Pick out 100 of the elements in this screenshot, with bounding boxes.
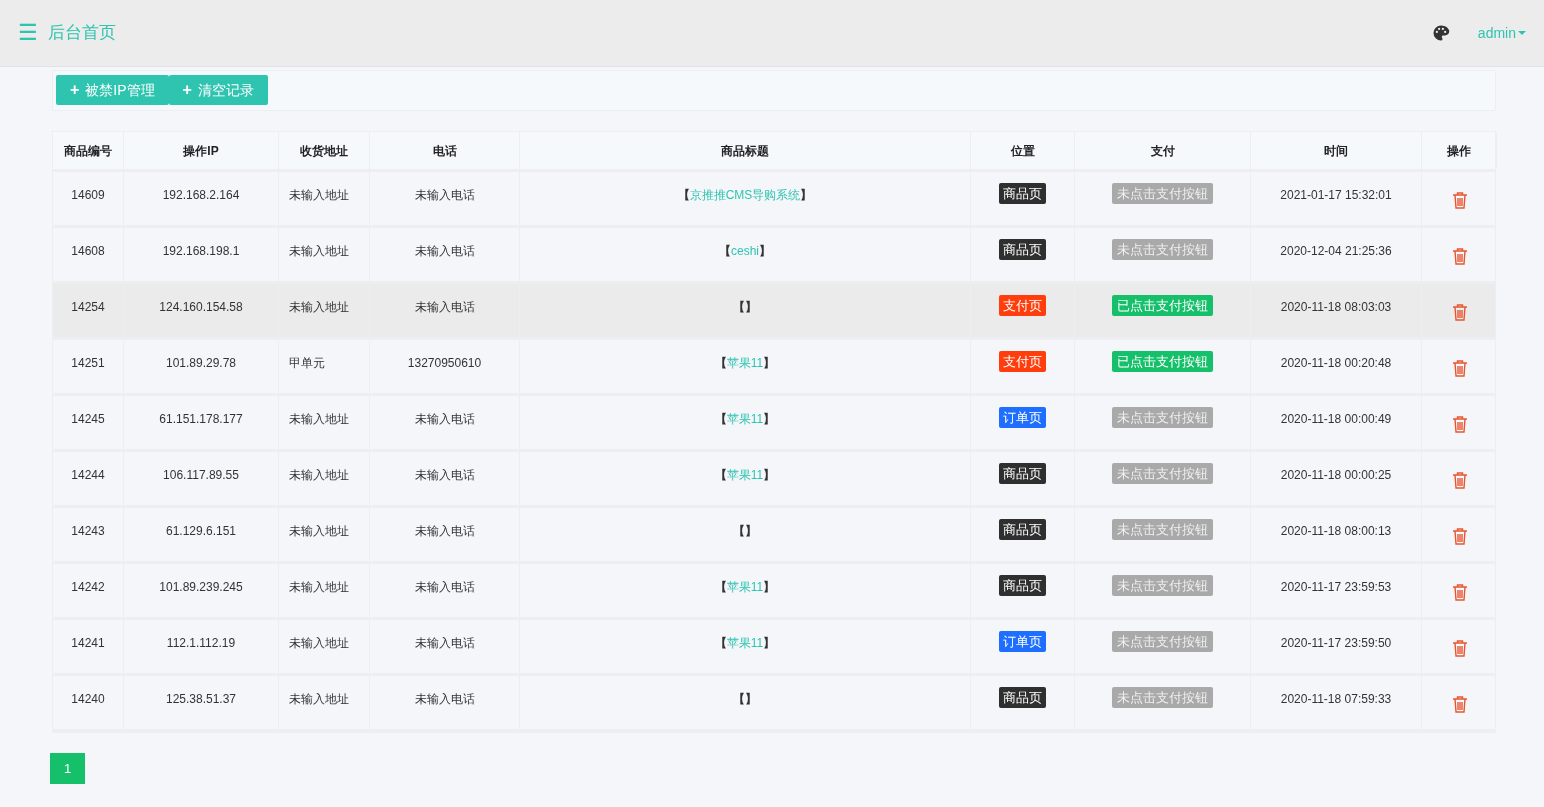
toolbar-button[interactable]: + 被禁IP管理 xyxy=(56,75,169,105)
table-cell-text: 未输入地址 xyxy=(289,691,349,708)
table-cell-text: 14609 xyxy=(71,187,105,204)
table-cell-text: 【苹果11】 xyxy=(714,411,776,428)
trash-icon[interactable] xyxy=(1451,527,1468,545)
user-menu[interactable]: admin xyxy=(1477,22,1526,44)
payment-tag: 未点击支付按钮 xyxy=(1112,687,1213,708)
page-button[interactable]: 1 xyxy=(50,753,85,784)
table-cell-text: 未输入地址 xyxy=(289,187,349,204)
table-cell-text: 未输入电话 xyxy=(414,579,475,596)
table-cell-text: 13270950610 xyxy=(407,355,482,372)
table-cell-text: 192.168.2.164 xyxy=(162,187,240,204)
palette-icon[interactable] xyxy=(1431,24,1450,42)
trash-icon[interactable] xyxy=(1451,471,1468,489)
plus-icon: + xyxy=(70,82,80,98)
table-cell-text: 101.89.29.78 xyxy=(165,355,237,372)
column-header: 商品标题 xyxy=(520,132,971,169)
table-cell-text: 未输入电话 xyxy=(414,411,475,428)
position-tag: 订单页 xyxy=(999,407,1046,428)
table-cell-text: 14243 xyxy=(71,523,105,540)
table-cell-text: 14244 xyxy=(71,467,105,484)
table-cell-text: 【苹果11】 xyxy=(714,635,776,652)
trash-icon[interactable] xyxy=(1451,247,1468,265)
table-cell-text: 【】 xyxy=(733,523,757,540)
column-header: 操作IP xyxy=(124,132,279,169)
payment-tag: 未点击支付按钮 xyxy=(1112,463,1213,484)
payment-tag: 未点击支付按钮 xyxy=(1112,183,1213,204)
page-title: 后台首页 xyxy=(48,22,116,45)
table-cell-text: 2020-11-18 08:00:13 xyxy=(1280,523,1392,540)
menu-icon[interactable]: ☰ xyxy=(18,22,38,44)
table-cell-text: 14240 xyxy=(71,691,105,708)
table-cell-text: 61.151.178.177 xyxy=(159,411,243,428)
table-cell-text: 112.1.112.19 xyxy=(166,635,236,652)
position-tag: 商品页 xyxy=(999,463,1046,484)
table-cell-text: 125.38.51.37 xyxy=(165,691,237,708)
table-cell-text: 2020-11-18 00:00:25 xyxy=(1280,467,1392,484)
table-cell-text: 106.117.89.55 xyxy=(163,467,239,484)
table-cell-text: 未输入电话 xyxy=(414,299,475,316)
column-header: 收货地址 xyxy=(279,132,370,169)
table-cell-text: 2020-11-18 00:00:49 xyxy=(1280,411,1392,428)
table-cell-text: 未输入地址 xyxy=(289,299,349,316)
position-tag: 订单页 xyxy=(999,631,1046,652)
table-cell-text: 2021-01-17 15:32:01 xyxy=(1280,187,1392,204)
table-cell-text: 【】 xyxy=(733,691,757,708)
position-tag: 商品页 xyxy=(999,687,1046,708)
table-cell-text: 未输入电话 xyxy=(414,467,475,484)
position-tag: 支付页 xyxy=(999,295,1046,316)
product-link[interactable]: 苹果11 xyxy=(726,580,764,594)
column-header: 时间 xyxy=(1251,132,1422,169)
table-cell-text: 2020-11-18 00:20:48 xyxy=(1280,355,1392,372)
table-cell-text: 61.129.6.151 xyxy=(165,523,237,540)
trash-icon[interactable] xyxy=(1451,191,1468,209)
table-cell-text: 甲单元 xyxy=(289,355,325,372)
payment-tag: 未点击支付按钮 xyxy=(1112,575,1213,596)
table-cell-text: 未输入地址 xyxy=(289,523,349,540)
product-link[interactable]: ceshi xyxy=(731,244,759,258)
trash-icon[interactable] xyxy=(1451,359,1468,377)
table-cell-text: 14241 xyxy=(71,635,105,652)
trash-icon[interactable] xyxy=(1451,583,1468,601)
table-cell-text: 101.89.239.245 xyxy=(159,579,243,596)
trash-icon[interactable] xyxy=(1451,695,1468,713)
table-cell-text: 未输入地址 xyxy=(289,579,349,596)
table-cell-text: 【】 xyxy=(733,299,757,316)
product-link[interactable]: 苹果11 xyxy=(726,468,764,482)
trash-icon[interactable] xyxy=(1451,415,1468,433)
payment-tag: 已点击支付按钮 xyxy=(1112,295,1213,316)
table-cell-text: 124.160.154.58 xyxy=(159,299,243,316)
table-cell-text: 2020-11-18 08:03:03 xyxy=(1280,299,1392,316)
product-link[interactable]: 苹果11 xyxy=(726,636,764,650)
position-tag: 支付页 xyxy=(999,351,1046,372)
toolbar-button[interactable]: + 清空记录 xyxy=(168,75,268,105)
table-cell-text: 【苹果11】 xyxy=(714,355,776,372)
column-header: 电话 xyxy=(370,132,520,169)
product-link[interactable]: 苹果11 xyxy=(726,412,764,426)
payment-tag: 已点击支付按钮 xyxy=(1112,351,1213,372)
product-link[interactable]: 京推推CMS导购系统 xyxy=(689,188,801,202)
caret-icon xyxy=(1518,31,1526,35)
table-cell-text: 【ceshi】 xyxy=(719,243,771,260)
column-header: 操作 xyxy=(1422,132,1497,169)
table-cell-text: 未输入地址 xyxy=(289,411,349,428)
table-cell-text: 未输入电话 xyxy=(414,523,475,540)
table-cell-text: 2020-11-18 07:59:33 xyxy=(1280,691,1392,708)
product-link[interactable]: 苹果11 xyxy=(726,356,764,370)
table-cell-text: 14608 xyxy=(71,243,105,260)
table-cell-text: 2020-11-17 23:59:53 xyxy=(1280,579,1392,596)
table-cell-text: 【苹果11】 xyxy=(714,579,776,596)
table-cell-text: 192.168.198.1 xyxy=(162,243,240,260)
payment-tag: 未点击支付按钮 xyxy=(1112,519,1213,540)
payment-tag: 未点击支付按钮 xyxy=(1112,239,1213,260)
trash-icon[interactable] xyxy=(1451,639,1468,657)
position-tag: 商品页 xyxy=(999,519,1046,540)
position-tag: 商品页 xyxy=(999,575,1046,596)
column-header: 支付 xyxy=(1075,132,1251,169)
table-cell-text: 14242 xyxy=(71,579,105,596)
table-cell-text: 未输入电话 xyxy=(414,691,475,708)
plus-icon: + xyxy=(182,82,192,98)
payment-tag: 未点击支付按钮 xyxy=(1112,407,1213,428)
table-cell-text: 2020-12-04 21:25:36 xyxy=(1280,243,1392,260)
trash-icon[interactable] xyxy=(1451,303,1468,321)
table-cell-text: 未输入地址 xyxy=(289,467,349,484)
